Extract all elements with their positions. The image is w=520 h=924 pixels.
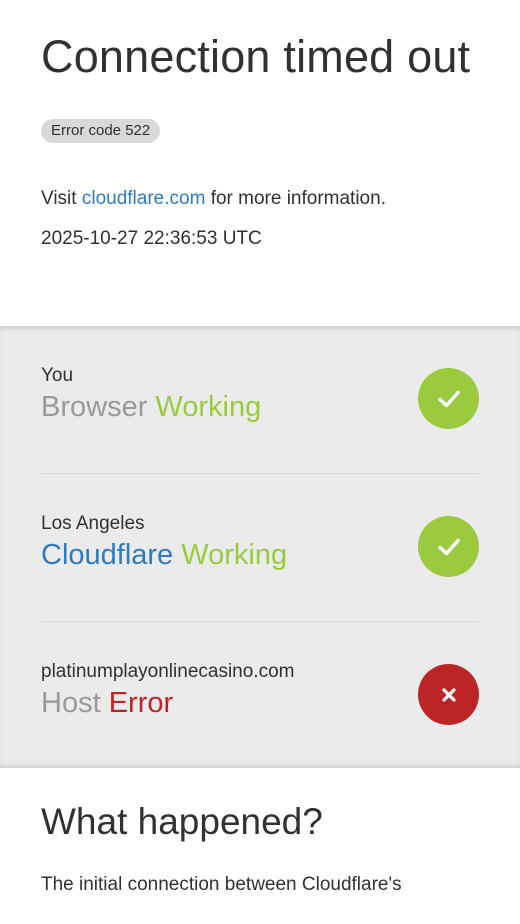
visit-suffix: for more information.	[210, 188, 386, 209]
status-panel: You Browser Working Los Angeles Cloudfla…	[0, 326, 520, 768]
check-icon	[418, 516, 479, 577]
error-header: Connection timed out Error code 522 Visi…	[0, 0, 520, 326]
status-row-cloudflare: Los Angeles Cloudflare Working	[41, 474, 479, 622]
section-paragraph: The initial connection between Cloudflar…	[41, 874, 402, 895]
status-name: Cloudflare Working	[41, 537, 287, 573]
status-location: You	[41, 365, 74, 386]
close-icon	[418, 664, 479, 725]
status-kind: Browser	[41, 391, 148, 423]
status-location: platinumplayonlinecasino.com	[41, 661, 295, 682]
status-state: Working	[181, 539, 288, 571]
status-row-browser: You Browser Working	[41, 326, 479, 474]
status-row-host: platinumplayonlinecasino.com Host Error	[41, 622, 479, 770]
visit-line: Visit cloudflare.com for more informatio…	[41, 187, 479, 211]
visit-prefix: Visit	[41, 188, 77, 209]
status-name: Browser Working	[41, 389, 261, 425]
status-kind: Host	[41, 687, 101, 719]
status-state: Working	[155, 391, 262, 423]
status-state: Error	[108, 687, 174, 719]
error-code-badge: Error code 522	[41, 119, 161, 143]
status-name: Host Error	[41, 685, 173, 721]
page-title: Connection timed out	[41, 31, 471, 82]
status-kind: Cloudflare	[41, 539, 174, 571]
what-happened-section: What happened? The initial connection be…	[0, 768, 520, 924]
check-icon	[418, 368, 479, 429]
cloudflare-link[interactable]: cloudflare.com	[82, 188, 206, 209]
section-heading: What happened?	[41, 801, 323, 842]
timestamp: 2025-10-27 22:36:53 UTC	[41, 228, 262, 249]
status-location: Los Angeles	[41, 513, 145, 534]
